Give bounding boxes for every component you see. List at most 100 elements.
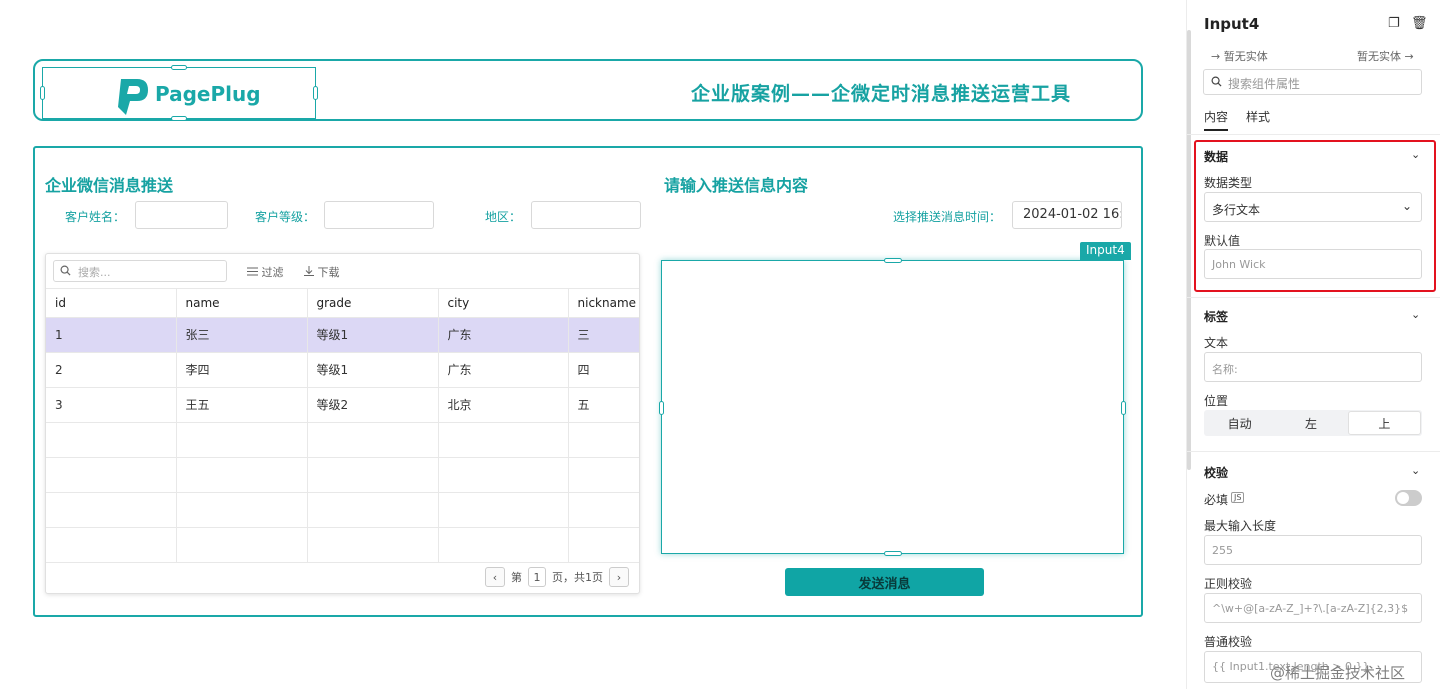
search-icon xyxy=(60,265,71,276)
table-filter-button[interactable]: 过滤 xyxy=(247,264,284,280)
table-cell: 四 xyxy=(568,352,639,388)
current-page-input[interactable]: 1 xyxy=(528,567,546,587)
entity-left-label: 暂无实体 xyxy=(1223,50,1268,63)
customer-grade-label: 客户等级： xyxy=(255,210,316,224)
label-text-input[interactable]: 名称: xyxy=(1204,352,1422,382)
chevron-left-icon: ‹ xyxy=(492,570,498,584)
resize-handle-bottom[interactable] xyxy=(884,551,902,556)
property-pane: Input4 ❐ 🗑 → 暂无实体 暂无实体 → 搜索组件属性 内容 样式 数据… xyxy=(1186,0,1440,689)
schedule-time-input[interactable]: 2024-01-02 16: xyxy=(1012,201,1122,229)
table-cell: 3 xyxy=(46,387,177,423)
filter-label: 过滤 xyxy=(261,266,284,279)
tab-style[interactable]: 样式 xyxy=(1246,108,1270,125)
watermark: @稀土掘金技术社区 xyxy=(1270,664,1406,682)
custom-validation-label: 普通校验 xyxy=(1204,635,1253,649)
page-title: 企业版案例——企微定时消息推送运营工具 xyxy=(690,83,1071,105)
column-header-nickname[interactable]: nickname xyxy=(568,289,639,318)
max-length-label: 最大输入长度 xyxy=(1204,519,1277,533)
pane-scrollbar[interactable] xyxy=(1187,30,1191,470)
next-page-button[interactable]: › xyxy=(609,567,629,587)
header-container[interactable]: PagePlug 企业版案例——企微定时消息推送运营工具 xyxy=(33,59,1143,121)
table-cell: 王五 xyxy=(176,387,308,423)
column-header-name[interactable]: name xyxy=(176,289,308,318)
tab-content[interactable]: 内容 xyxy=(1204,108,1229,131)
table-search-placeholder: 搜索... xyxy=(78,266,111,279)
resize-handle-right[interactable] xyxy=(1121,401,1126,415)
download-label: 下载 xyxy=(317,266,340,279)
divider xyxy=(1187,297,1440,298)
download-icon xyxy=(304,266,314,276)
table-row[interactable]: 2 李四 等级1 广东 四 xyxy=(46,352,639,388)
search-icon xyxy=(1211,76,1222,87)
logo-text: PagePlug xyxy=(155,82,261,106)
resize-handle-left[interactable] xyxy=(659,401,664,415)
table-search-input[interactable]: 搜索... xyxy=(53,260,227,282)
table-download-button[interactable]: 下载 xyxy=(304,264,340,280)
table-toolbar: 搜索... 过滤 下载 xyxy=(46,254,639,289)
widget-name-tag[interactable]: Input4 xyxy=(1080,242,1131,260)
chevron-down-icon[interactable]: ⌄ xyxy=(1411,308,1420,321)
table-cell: 五 xyxy=(568,387,639,423)
js-toggle-badge[interactable]: JS xyxy=(1231,492,1245,503)
table-row[interactable]: 1 张三 等级1 广东 三 xyxy=(46,317,639,353)
position-left[interactable]: 左 xyxy=(1275,410,1346,436)
label-text-label: 文本 xyxy=(1204,336,1229,350)
max-length-input[interactable]: 255 xyxy=(1204,535,1422,565)
position-auto[interactable]: 自动 xyxy=(1204,410,1275,436)
resize-handle-top[interactable] xyxy=(171,65,187,70)
logo-image-widget[interactable]: PagePlug xyxy=(40,65,318,121)
main-container[interactable]: 企业微信消息推送 请输入推送信息内容 客户姓名： 客户等级： 地区： 选择推送消… xyxy=(33,146,1143,617)
chevron-right-icon: › xyxy=(616,570,622,584)
empty-row xyxy=(46,422,639,458)
divider xyxy=(1187,451,1440,452)
table-pagination: ‹ 第 1 页，共1页 › xyxy=(485,567,629,587)
message-textarea[interactable] xyxy=(659,258,1126,556)
table-cell: 广东 xyxy=(438,317,569,353)
prev-page-button[interactable]: ‹ xyxy=(485,567,505,587)
section-validation-title[interactable]: 校验 xyxy=(1204,464,1228,481)
regex-label: 正则校验 xyxy=(1204,577,1253,591)
resize-handle-top[interactable] xyxy=(884,258,902,263)
copy-icon[interactable]: ❐ xyxy=(1388,16,1400,31)
left-section-title: 企业微信消息推送 xyxy=(45,176,174,195)
table-cell: 李四 xyxy=(176,352,308,388)
resize-handle-left[interactable] xyxy=(40,86,45,100)
table-cell: 三 xyxy=(568,317,639,353)
chevron-down-icon[interactable]: ⌄ xyxy=(1411,464,1420,477)
customer-grade-input[interactable] xyxy=(324,201,434,229)
highlight-annotation-box xyxy=(1194,140,1436,292)
widget-title[interactable]: Input4 xyxy=(1204,15,1259,33)
customer-table[interactable]: 搜索... 过滤 下载 id name grade city nickname … xyxy=(45,253,640,594)
customer-name-input[interactable] xyxy=(135,201,228,229)
send-message-button[interactable]: 发送消息 xyxy=(785,568,984,596)
column-header-grade[interactable]: grade xyxy=(307,289,439,318)
divider xyxy=(1187,134,1440,135)
label-position-segmented[interactable]: 自动 左 上 xyxy=(1204,410,1422,436)
table-cell: 广东 xyxy=(438,352,569,388)
customer-name-label: 客户姓名： xyxy=(65,210,126,224)
regex-input[interactable]: ^\w+@[a-zA-Z_]+?\.[a-zA-Z]{2,3}$ xyxy=(1204,593,1422,623)
section-label-title[interactable]: 标签 xyxy=(1204,308,1228,325)
column-header-id[interactable]: id xyxy=(46,289,177,318)
resize-handle-bottom[interactable] xyxy=(171,116,187,121)
property-search-input[interactable]: 搜索组件属性 xyxy=(1203,69,1422,95)
region-label: 地区： xyxy=(485,210,522,224)
table-grid: id name grade city nickname 1 张三 等级1 广东 … xyxy=(46,289,639,563)
schedule-time-label: 选择推送消息时间： xyxy=(893,210,1002,224)
region-input[interactable] xyxy=(531,201,641,229)
filter-list-icon xyxy=(247,267,258,276)
position-top[interactable]: 上 xyxy=(1347,411,1421,435)
pager-prefix: 第 xyxy=(511,571,522,584)
table-cell: 张三 xyxy=(176,317,308,353)
entity-link-left[interactable]: → 暂无实体 xyxy=(1211,48,1268,64)
property-search-placeholder: 搜索组件属性 xyxy=(1228,77,1301,91)
pageplug-logo-icon xyxy=(118,79,148,115)
required-toggle[interactable] xyxy=(1395,490,1422,506)
table-row[interactable]: 3 王五 等级2 北京 五 xyxy=(46,387,639,423)
empty-row xyxy=(46,457,639,493)
entity-link-right[interactable]: 暂无实体 → xyxy=(1357,48,1414,64)
column-header-city[interactable]: city xyxy=(438,289,569,318)
table-cell: 2 xyxy=(46,352,177,388)
trash-icon[interactable]: 🗑 xyxy=(1411,16,1428,31)
resize-handle-right[interactable] xyxy=(313,86,318,100)
